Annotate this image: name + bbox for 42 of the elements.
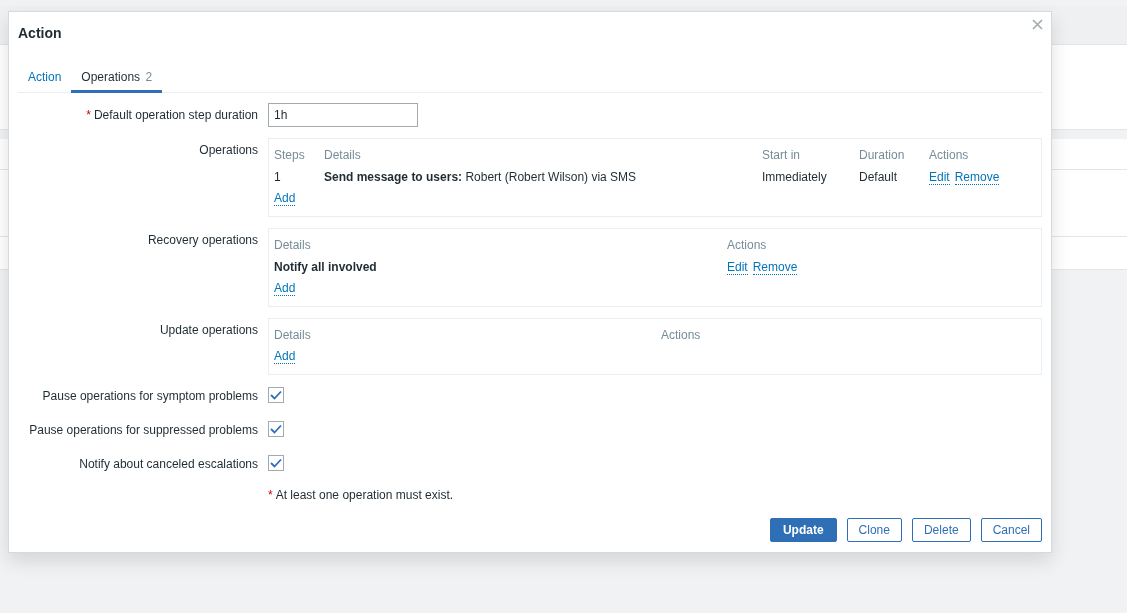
table-cell: 1: [274, 170, 281, 184]
column-header: Steps: [274, 148, 305, 162]
checkbox-label: Notify about canceled escalations: [79, 457, 258, 471]
required-mark: *: [86, 108, 91, 122]
table-cell: Immediately: [762, 170, 827, 184]
column-header: Actions: [929, 148, 969, 162]
remove-link[interactable]: Remove: [954, 170, 1000, 185]
dialog-title: Action: [18, 25, 63, 43]
note-text: At least one operation must exist.: [275, 488, 454, 502]
input-field[interactable]: 1h: [268, 103, 418, 127]
add-link[interactable]: Add: [274, 350, 296, 364]
dialog-button[interactable]: Delete: [911, 518, 971, 542]
checkbox-label: Pause operations for symptom problems: [42, 389, 258, 403]
edit-link[interactable]: Edit: [727, 260, 748, 275]
dialog-button[interactable]: Cancel: [980, 518, 1042, 542]
edit-link[interactable]: Edit: [929, 170, 950, 185]
table-cell: Notify all involved: [274, 260, 377, 274]
column-header: Details: [324, 148, 361, 162]
checkbox[interactable]: [268, 387, 284, 403]
column-header: Details: [274, 328, 311, 342]
add-link[interactable]: Add: [274, 192, 296, 206]
checkbox[interactable]: [268, 455, 284, 471]
dialog-button[interactable]: Clone: [846, 518, 902, 542]
checkbox[interactable]: [268, 421, 284, 437]
remove-link[interactable]: Remove: [752, 260, 798, 275]
table-cell: Default: [859, 170, 898, 184]
field-label: Operations: [199, 143, 258, 157]
field-label: Recovery operations: [147, 233, 258, 247]
column-header: Details: [274, 238, 311, 252]
tab[interactable]: Operations 2: [71, 68, 163, 93]
column-header: Actions: [661, 328, 701, 342]
field-label: Default operation step duration: [93, 108, 258, 122]
column-header: Actions: [727, 238, 767, 252]
checkbox-label: Pause operations for suppressed problems: [29, 423, 258, 437]
table-cell: Send message to users: Robert (Robert Wilson) via SMS: [324, 170, 637, 184]
add-link[interactable]: Add: [274, 282, 296, 296]
dialog-button[interactable]: Update: [769, 518, 837, 542]
required-mark: *: [268, 488, 273, 502]
column-header: Duration: [859, 148, 905, 162]
tab[interactable]: Action: [18, 68, 72, 93]
field-label: Update operations: [159, 323, 258, 337]
column-header: Start in: [762, 148, 800, 162]
